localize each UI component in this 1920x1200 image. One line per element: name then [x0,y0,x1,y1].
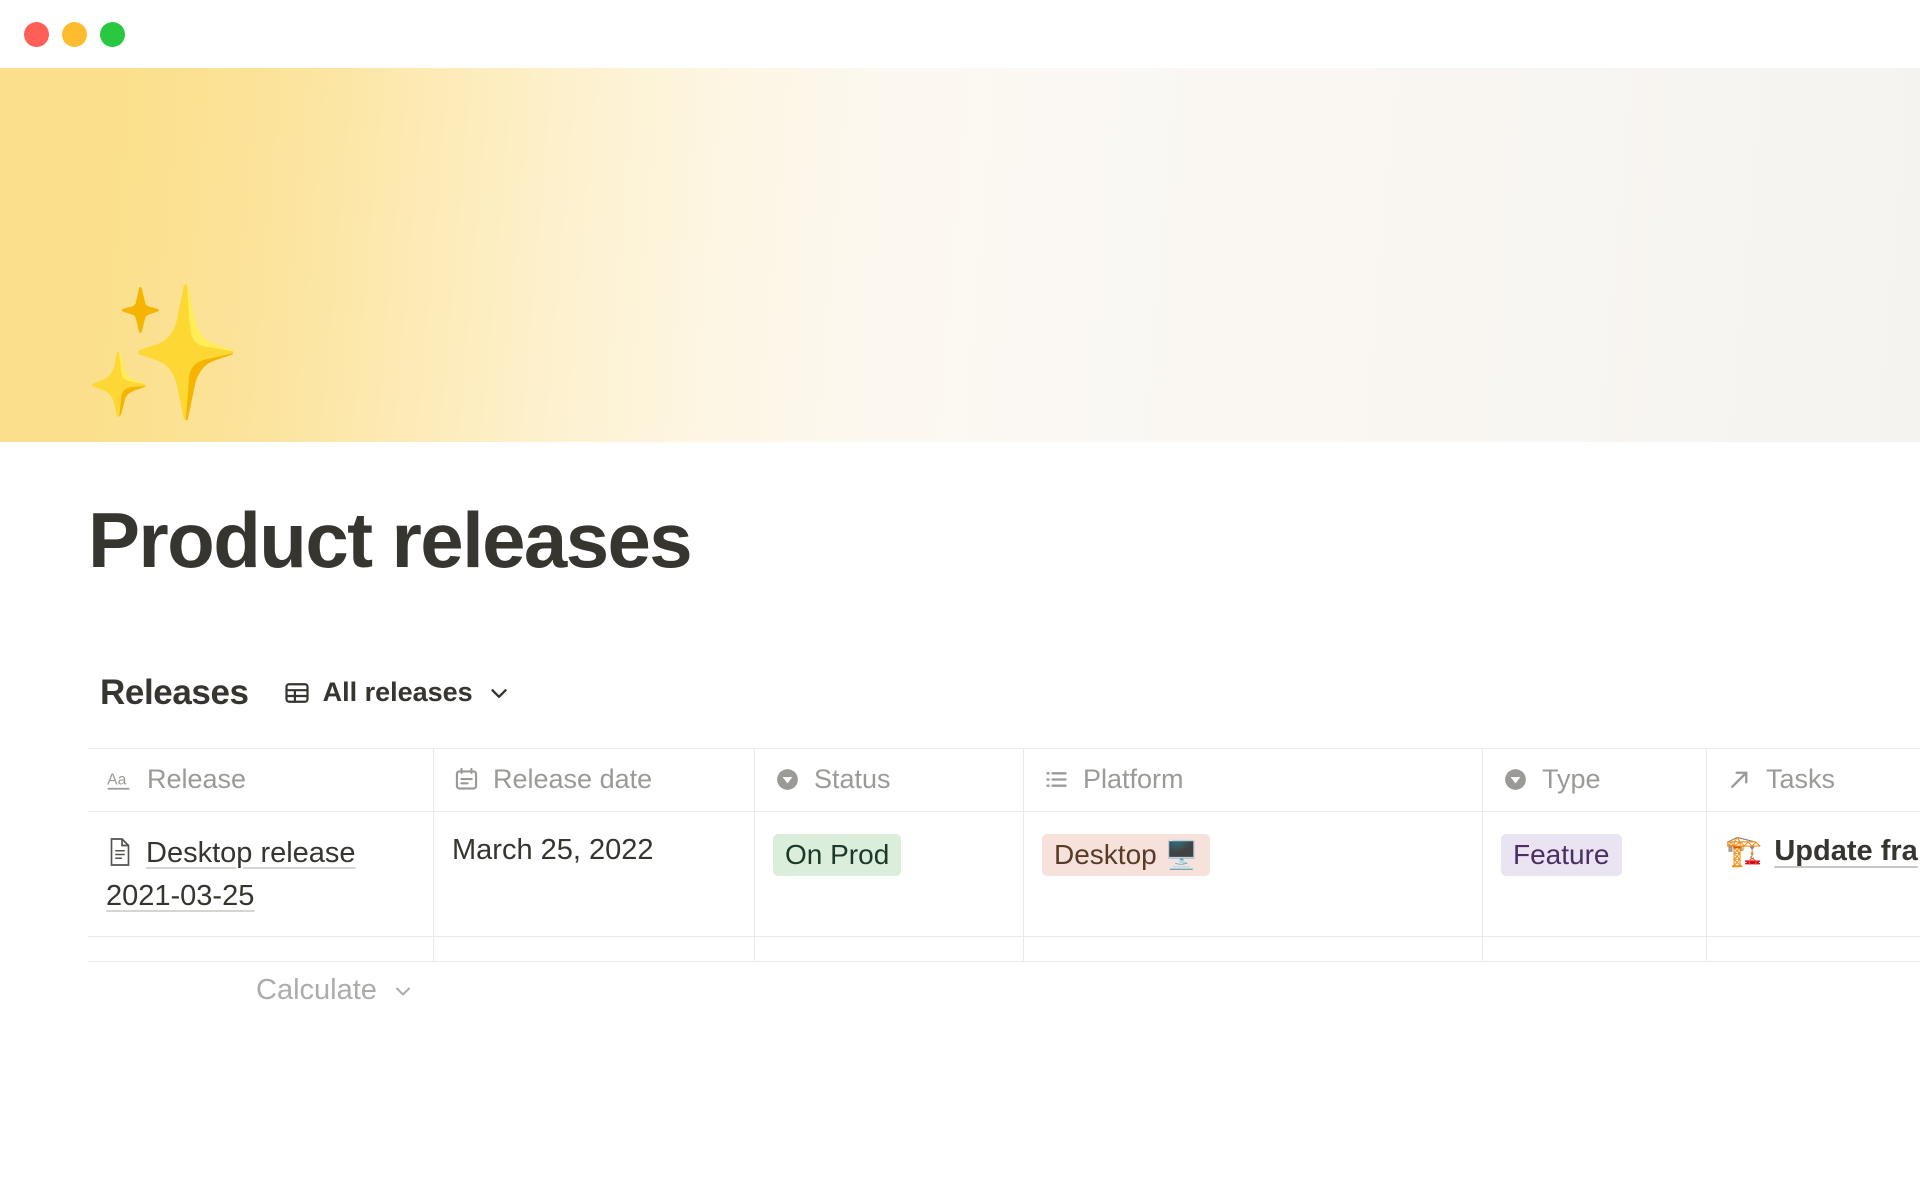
calendar-icon [452,766,480,794]
page-cover-image[interactable] [0,68,1920,442]
database-header: Releases All releases [100,670,1920,716]
cell-type-empty[interactable] [1483,937,1707,961]
platform-badge-label: Desktop [1054,839,1157,871]
chevron-down-icon [485,679,513,707]
window-maximize-button[interactable] [100,22,125,47]
select-icon [773,766,801,794]
type-badge: Feature [1501,834,1622,876]
column-header-label: Status [814,764,891,795]
table-icon [283,679,311,707]
column-header-label: Release [147,764,246,795]
releases-table: Aa Release [88,748,1920,962]
column-header-label: Release date [493,764,652,795]
document-icon [106,837,134,878]
title-aa-icon: Aa [106,766,134,794]
column-header-tasks[interactable]: Tasks [1707,749,1920,811]
calculate-button[interactable]: Calculate [248,970,425,1011]
column-header-label: Tasks [1766,764,1835,795]
cell-tasks-empty[interactable] [1707,937,1920,961]
column-header-type[interactable]: Type [1483,749,1707,811]
database-view-selector[interactable]: All releases [279,675,517,710]
cell-platform[interactable]: Desktop 🖥️ [1024,812,1483,936]
column-header-label: Platform [1083,764,1184,795]
page-title[interactable]: Product releases [88,498,1920,584]
cell-release-empty[interactable] [88,937,434,961]
window-minimize-button[interactable] [62,22,87,47]
database-block: Releases All releases [0,670,1920,1020]
window-close-button[interactable] [24,22,49,47]
column-header-status[interactable]: Status [755,749,1024,811]
column-header-platform[interactable]: Platform [1024,749,1483,811]
task-relation-link[interactable]: Update fra [1774,835,1917,868]
select-icon [1501,766,1529,794]
chevron-down-icon [389,977,417,1005]
page-content: Product releases Releases All releases [0,442,1920,1020]
column-header-release[interactable]: Aa Release [88,749,434,811]
release-page-link[interactable]: Desktop release 2021-03-25 [106,837,356,913]
cell-type[interactable]: Feature [1483,812,1707,936]
release-date-value: March 25, 2022 [452,834,654,867]
cell-status[interactable]: On Prod [755,812,1024,936]
database-title[interactable]: Releases [100,673,249,713]
table-row-partial[interactable] [88,937,1920,961]
table-header-row: Aa Release [88,749,1920,812]
task-relation-item[interactable]: 🏗️ Update fra [1725,834,1918,869]
cell-date-empty[interactable] [434,937,755,961]
calculate-label: Calculate [256,974,377,1007]
cell-release[interactable]: Desktop release 2021-03-25 [88,812,434,936]
table-row[interactable]: Desktop release 2021-03-25 March 25, 202… [88,812,1920,937]
window-titlebar [0,0,1920,68]
relation-arrow-icon [1725,766,1753,794]
multi-select-icon [1042,766,1070,794]
status-badge: On Prod [773,834,901,876]
page-icon-sparkles[interactable]: ✨ [82,288,244,418]
platform-badge: Desktop 🖥️ [1042,834,1210,876]
construction-crane-icon: 🏗️ [1725,834,1762,869]
desktop-computer-icon: 🖥️ [1165,839,1199,871]
table-footer-row: Calculate [88,962,1920,1020]
svg-text:Aa: Aa [107,771,126,788]
column-header-release-date[interactable]: Release date [434,749,755,811]
column-header-label: Type [1542,764,1601,795]
cell-platform-empty[interactable] [1024,937,1483,961]
database-view-label: All releases [323,677,473,708]
cell-release-date[interactable]: March 25, 2022 [434,812,755,936]
cell-tasks[interactable]: 🏗️ Update fra [1707,812,1920,936]
cell-status-empty[interactable] [755,937,1024,961]
